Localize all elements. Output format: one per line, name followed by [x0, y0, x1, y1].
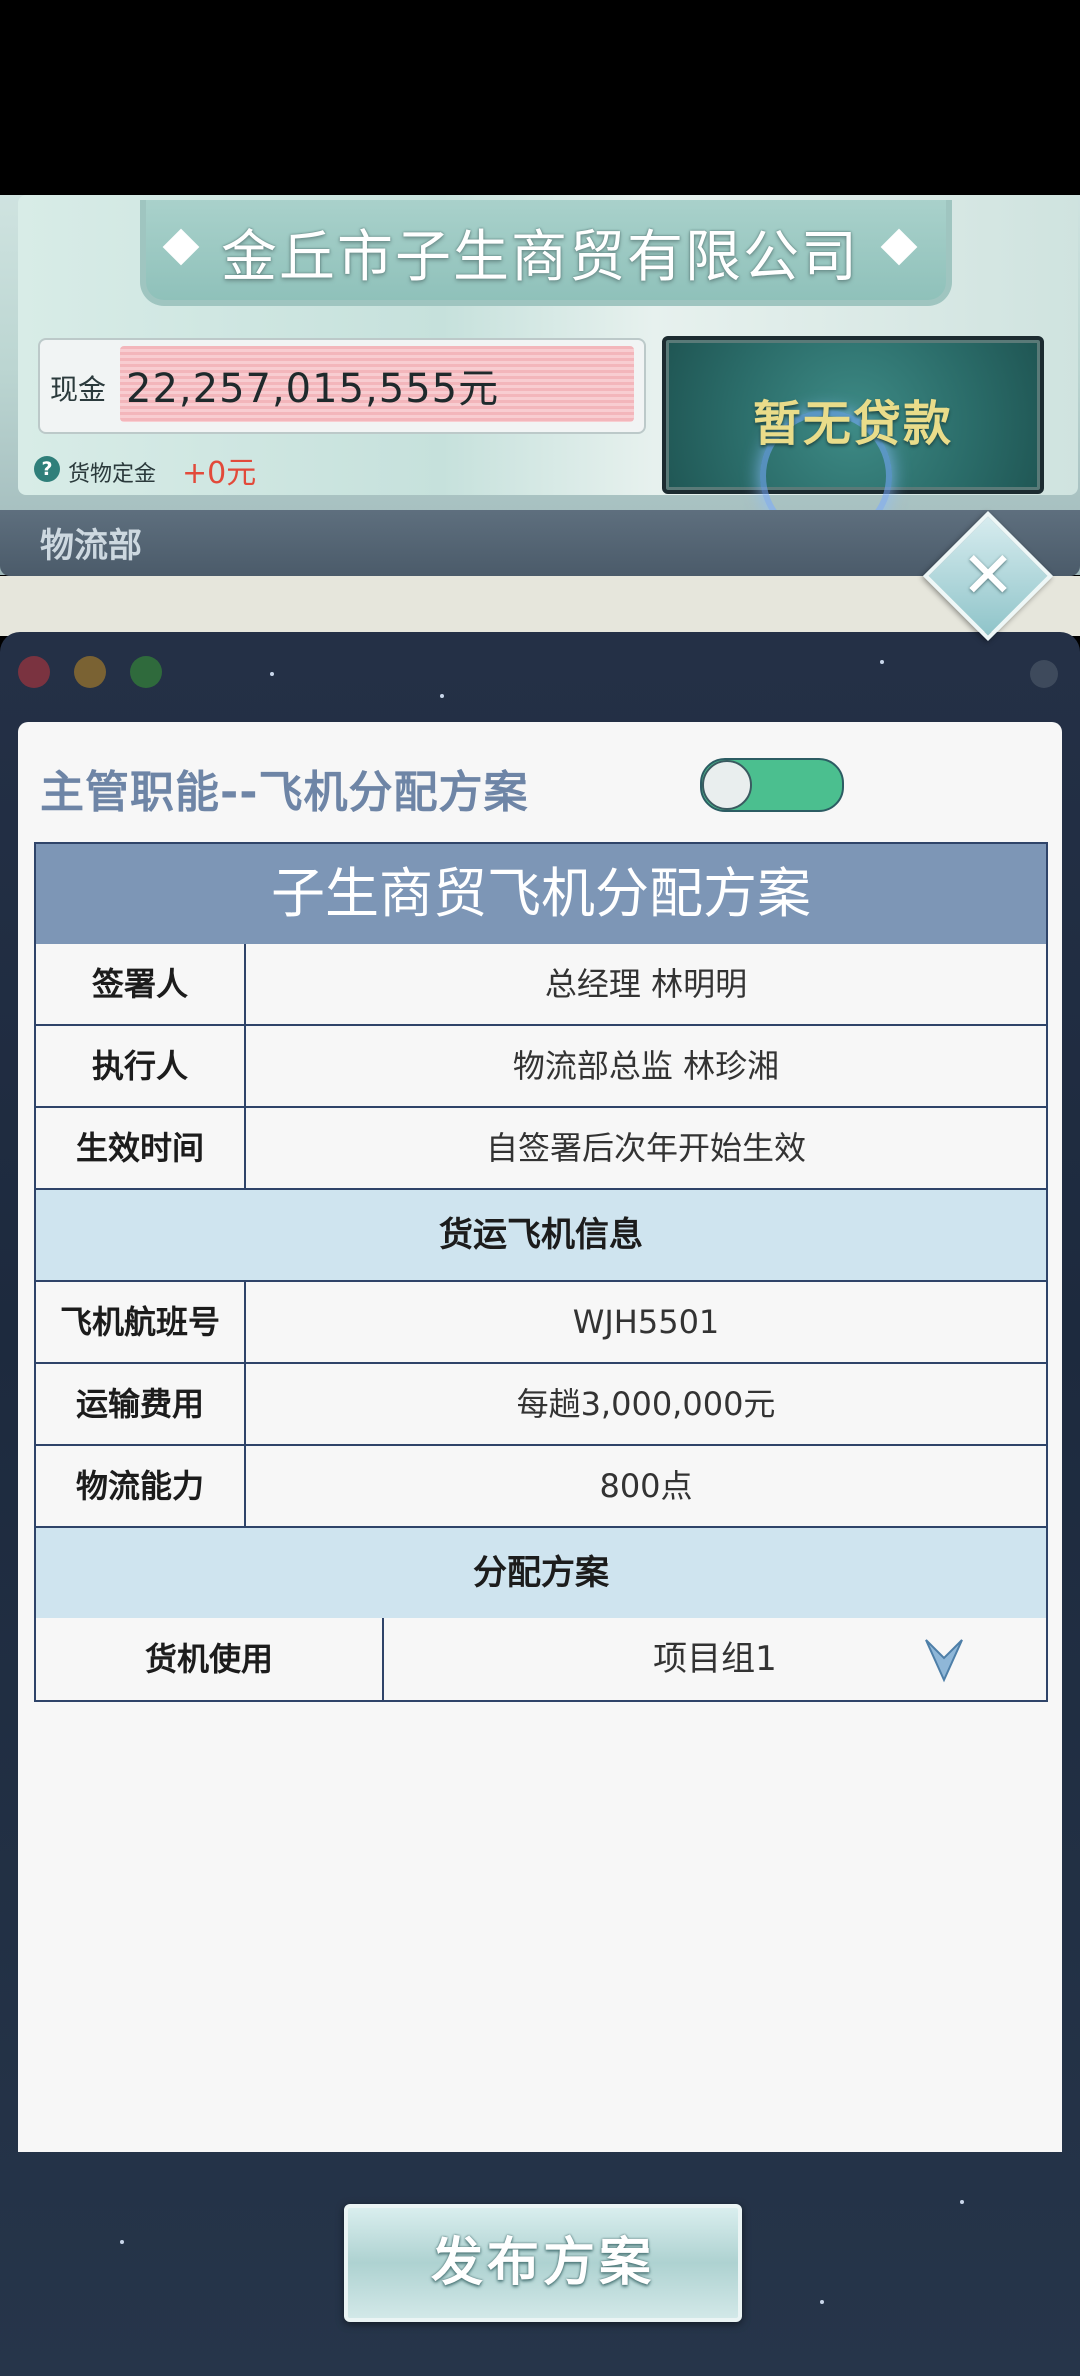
row-key: 运输费用	[36, 1364, 246, 1444]
loan-button-label[interactable]: 暂无贷款	[662, 384, 1044, 454]
table-row: 飞机航班号 WJH5501	[34, 1282, 1048, 1364]
department-label: 物流部	[40, 526, 142, 566]
company-name: 金丘市子生商贸有限公司	[221, 225, 859, 290]
row-value: 物流部总监 林珍湘	[512, 1047, 780, 1085]
row-key: 飞机航班号	[36, 1282, 246, 1362]
deposit-label: 货物定金	[68, 462, 157, 487]
table-row: 生效时间 自签署后次年开始生效	[34, 1108, 1048, 1190]
dropdown-arrow-icon[interactable]	[924, 1636, 964, 1684]
plan-section-header: 分配方案	[34, 1528, 1048, 1620]
cash-value: 22,257,015,555元	[126, 366, 500, 412]
row-value: 每趟3,000,000元	[516, 1385, 776, 1423]
star-icon	[120, 2240, 124, 2244]
star-icon	[440, 694, 444, 698]
close-icon[interactable]: ✕	[942, 530, 1034, 622]
department-bar	[0, 510, 1080, 576]
assign-key: 货机使用	[36, 1618, 384, 1700]
star-icon	[880, 660, 884, 664]
window-minimize-dot-icon[interactable]	[74, 656, 106, 688]
row-value: WJH5501	[572, 1303, 720, 1341]
table-row: 签署人 总经理 林明明	[34, 944, 1048, 1026]
row-key: 生效时间	[36, 1108, 246, 1188]
row-key: 执行人	[36, 1026, 246, 1106]
star-icon	[270, 672, 274, 676]
window-close-dot-icon[interactable]	[18, 656, 50, 688]
table-row: 运输费用 每趟3,000,000元	[34, 1364, 1048, 1446]
publish-button-label[interactable]: 发布方案	[344, 2204, 742, 2322]
background-gap	[0, 576, 1080, 636]
plan-table-title: 子生商贸飞机分配方案	[34, 842, 1048, 946]
star-icon	[820, 2300, 824, 2304]
cash-label: 现金	[50, 373, 107, 406]
section-title: 主管职能--飞机分配方案	[40, 767, 529, 818]
status-bar-area	[0, 0, 1080, 195]
cargo-section-header: 货运飞机信息	[34, 1190, 1048, 1282]
row-key: 物流能力	[36, 1446, 246, 1526]
assign-row: 货机使用 项目组1	[34, 1618, 1048, 1702]
star-icon	[960, 2200, 964, 2204]
deposit-value: +0元	[182, 456, 257, 491]
table-row: 物流能力 800点	[34, 1446, 1048, 1528]
window-menu-dot-icon[interactable]	[1030, 660, 1058, 688]
row-value: 自签署后次年开始生效	[485, 1129, 806, 1167]
help-icon[interactable]: ?	[34, 456, 60, 482]
window-maximize-dot-icon[interactable]	[130, 656, 162, 688]
table-row: 执行人 物流部总监 林珍湘	[34, 1026, 1048, 1108]
row-value: 800点	[599, 1467, 693, 1505]
toggle-knob[interactable]	[702, 760, 752, 810]
row-key: 签署人	[36, 944, 246, 1024]
row-value: 总经理 林明明	[544, 965, 748, 1003]
